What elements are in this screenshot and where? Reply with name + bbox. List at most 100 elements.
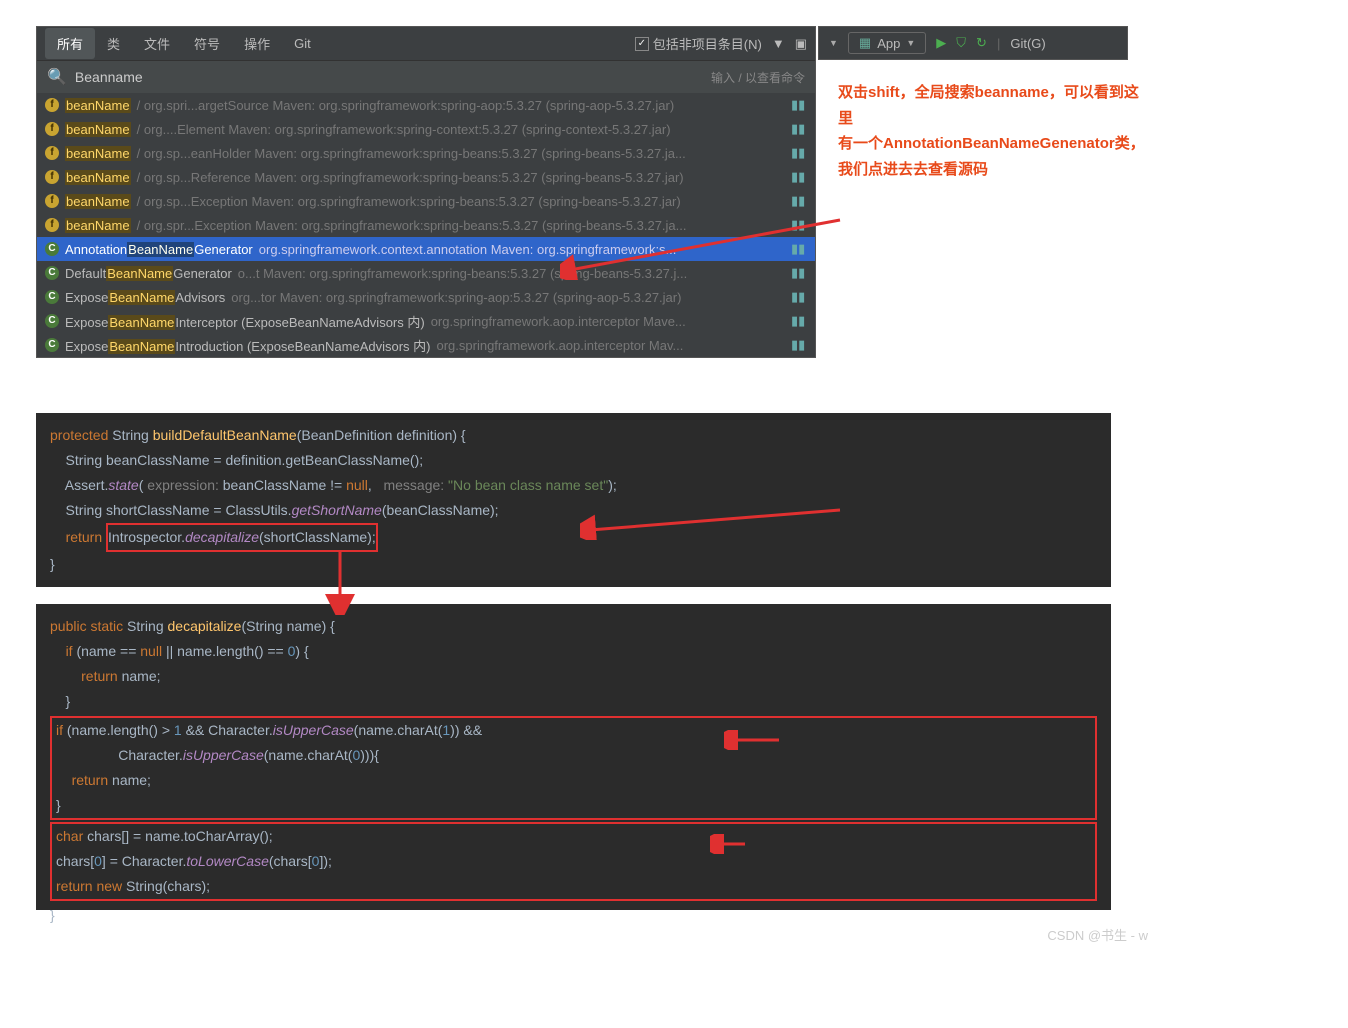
code-snippet-1: protected String buildDefaultBeanName(Be… [36,413,1111,587]
search-tabs: 所有 类 文件 符号 操作 Git ✓ 包括非项目条目(N) ▼ ▣ [37,27,815,61]
code-line: char chars[] = name.toCharArray(); [56,824,1091,849]
search-hint: 输入 / 以查看命令 [711,69,805,86]
code-line: String beanClassName = definition.getBea… [36,448,1111,473]
code-line: String shortClassName = ClassUtils.getSh… [36,498,1111,523]
result-name: beanName [65,218,131,233]
library-icon: ▮▮ [791,97,807,113]
search-result-item[interactable]: fbeanName / org.sp...Reference Maven: or… [37,165,815,189]
library-icon: ▮▮ [791,145,807,161]
debug-icon[interactable]: ⛉ [956,35,966,51]
include-non-project-checkbox[interactable]: ✓ 包括非项目条目(N) [635,34,762,53]
class-icon: C [45,242,59,256]
result-context: / org.sp...eanHolder Maven: org.springfr… [137,146,686,161]
run-config-name: App [877,36,900,51]
code-line: } [36,552,1111,577]
filter-icon[interactable]: ▼ [772,36,785,51]
search-input[interactable] [75,69,703,85]
result-name: beanName [65,194,131,209]
field-icon: f [45,122,59,136]
result-context: org...tor Maven: org.springframework:spr… [231,290,681,305]
library-icon: ▮▮ [791,217,807,233]
code-line: return new String(chars); [56,874,1091,899]
class-icon: C [45,266,59,280]
pin-icon[interactable]: ▣ [795,36,807,52]
search-result-item[interactable]: f beanName / org.spri...argetSource Maven… [37,93,815,117]
search-result-item[interactable]: f beanName / org.spr...Exception Maven: o… [37,213,815,237]
git-label[interactable]: Git(G) [1010,36,1045,51]
library-icon: ▮▮ [791,121,807,137]
annotation-1: 双击shift，全局搜索beanname，可以看到这里 有一个Annotatio… [838,80,1148,182]
run-toolbar: ▼ ▦ App ▼ ▶ ⛉ ↻ | Git(G) [818,26,1128,60]
search-result-item[interactable]: f beanName / org.sp...Exception Maven: or… [37,189,815,213]
result-name: ExposeBeanNameAdvisors [65,290,225,305]
tab-symbol[interactable]: 符号 [182,28,232,59]
result-name: beanName [65,122,131,137]
run-icon[interactable]: ▶ [936,35,946,51]
checkbox-icon: ✓ [635,37,649,51]
library-icon: ▮▮ [791,241,807,257]
search-result-item[interactable]: CExposeBeanNameInterceptor (ExposeBeanNa… [37,309,815,333]
tab-file[interactable]: 文件 [132,28,182,59]
result-name: ExposeBeanNameInterceptor (ExposeBeanNam… [65,312,425,331]
tab-all[interactable]: 所有 [45,28,95,59]
library-icon: ▮▮ [791,265,807,281]
library-icon: ▮▮ [791,169,807,185]
class-icon: C [45,290,59,304]
field-icon: f [45,98,59,112]
code-line: protected String buildDefaultBeanName(Be… [36,423,1111,448]
watermark: CSDN @书生 - w [1047,925,1148,944]
library-icon: ▮▮ [791,337,807,353]
field-icon: f [45,194,59,208]
field-icon: f [45,218,59,232]
code-line: public static String decapitalize(String… [36,614,1111,639]
code-line: return name; [56,768,1091,793]
search-result-item[interactable]: C ExposeBeanNameIntroduction (ExposeBeanN… [37,333,815,357]
result-context: / org.spr...Exception Maven: org.springf… [137,218,687,233]
search-results: f beanName / org.spri...argetSource Maven… [37,93,815,357]
result-name: beanName [65,146,131,161]
code-line: Character.isUpperCase(name.charAt(0))){ [56,743,1091,768]
code-line: if (name == null || name.length() == 0) … [36,639,1111,664]
code-line: if (name.length() > 1 && Character.isUpp… [56,718,1091,743]
library-icon: ▮▮ [791,289,807,305]
code-line: return Introspector.decapitalize(shortCl… [36,523,1111,552]
highlight-box-2: char chars[] = name.toCharArray(); chars… [50,822,1097,901]
tab-action[interactable]: 操作 [232,28,282,59]
field-icon: f [45,170,59,184]
result-context: / org.sp...Exception Maven: org.springfr… [137,194,681,209]
result-name: AnnotationBeanNameGenerator [65,242,253,257]
result-context: / org....Element Maven: org.springframew… [137,122,671,137]
search-everywhere-panel: 所有 类 文件 符号 操作 Git ✓ 包括非项目条目(N) ▼ ▣ 🔍 输入 … [36,26,816,358]
search-result-item[interactable]: f beanName / org.sp...eanHolder Maven: or… [37,141,815,165]
tab-git[interactable]: Git [282,30,323,57]
code-line: } [56,793,1091,818]
checkbox-label: 包括非项目条目(N) [653,34,762,53]
result-context: org.springframework.aop.interceptor Mave… [431,314,686,329]
annotation-text: 我们点进去去查看源码 [838,157,1148,183]
class-icon: C [45,338,59,352]
run-config-selector[interactable]: ▦ App ▼ [848,32,926,54]
annotation-text: 双击shift，全局搜索beanname，可以看到这里 [838,80,1148,131]
result-name: beanName [65,98,131,113]
code-line: } [36,903,1111,928]
coverage-icon[interactable]: ↻ [976,35,987,51]
code-line: } [36,689,1111,714]
result-name: ExposeBeanNameIntroduction (ExposeBeanNa… [65,336,430,355]
code-line: return name; [36,664,1111,689]
search-result-item[interactable]: CDefaultBeanNameGenerator o...t Maven: o… [37,261,815,285]
field-icon: f [45,146,59,160]
tab-class[interactable]: 类 [95,28,132,59]
search-result-item[interactable]: f beanName / org....Element Maven: org.sp… [37,117,815,141]
search-result-item[interactable]: C ExposeBeanNameAdvisors org...tor Maven:… [37,285,815,309]
divider: | [997,36,1000,51]
code-line: chars[0] = Character.toLowerCase(chars[0… [56,849,1091,874]
search-icon: 🔍 [47,67,67,87]
search-row: 🔍 输入 / 以查看命令 [37,61,815,93]
search-result-item[interactable]: C AnnotationBeanNameGenerator org.springf… [37,237,815,261]
result-name: beanName [65,170,131,185]
dropdown-icon[interactable]: ▼ [829,38,838,48]
result-context: org.springframework.context.annotation M… [259,242,677,257]
chevron-down-icon: ▼ [906,38,915,48]
code-snippet-2: public static String decapitalize(String… [36,604,1111,910]
result-context: / org.spri...argetSource Maven: org.spri… [137,98,675,113]
